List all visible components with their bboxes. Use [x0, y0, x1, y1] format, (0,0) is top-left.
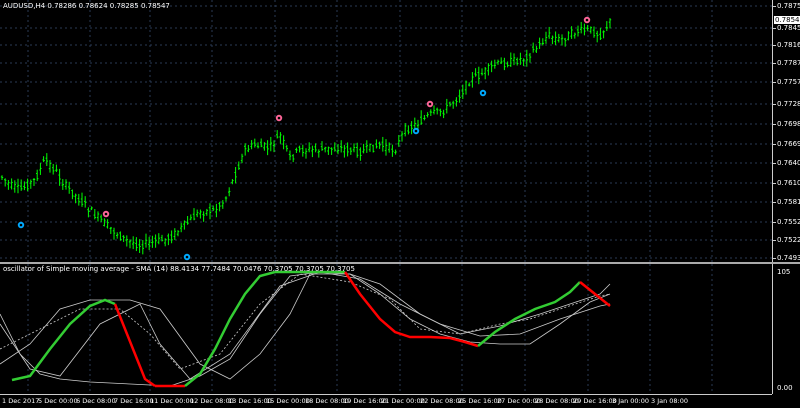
price-tick	[773, 163, 776, 164]
price-label: 0.76695	[777, 140, 800, 148]
chart-title: AUDUSD,H4 0.78286 0.78624 0.78285 0.7854…	[3, 2, 170, 10]
signal-down-marker-center	[277, 116, 281, 120]
price-tick	[773, 258, 776, 259]
price-label: 0.77575	[777, 78, 800, 86]
oscillator-canvas[interactable]	[0, 264, 772, 394]
signal-down-marker-center	[585, 18, 589, 22]
price-tick	[773, 183, 776, 184]
indicator-axis[interactable]: 105 0.00	[772, 264, 800, 394]
current-price-badge: 0.78547	[774, 16, 800, 24]
price-chart-canvas[interactable]	[0, 0, 772, 262]
price-label: 0.75520	[777, 218, 800, 226]
date-label: 6 Dec 08:00	[76, 397, 116, 405]
signal-dashed-line	[0, 273, 611, 370]
signal-up-marker-center	[19, 223, 23, 227]
date-label: 15 Dec 00:00	[266, 397, 310, 405]
date-label: 21 Dec 00:00	[381, 397, 425, 405]
oscillator-line	[477, 281, 581, 347]
price-tick	[773, 222, 776, 223]
oscillator-line	[113, 303, 156, 388]
indicator-title: oscillator of Simple moving average - SM…	[3, 265, 355, 273]
price-label: 0.75810	[777, 198, 800, 206]
guide-line	[0, 271, 611, 380]
date-label: 5 Dec 00:00	[38, 397, 78, 405]
indicator-level-label: 0.00	[777, 384, 793, 392]
date-label: 29 Dec 16:00	[573, 397, 617, 405]
price-label: 0.78750	[777, 2, 800, 10]
date-label: 7 Dec 16:00	[114, 397, 154, 405]
price-tick	[773, 45, 776, 46]
price-tick	[773, 144, 776, 145]
signal-up-marker-center	[414, 129, 418, 133]
signal-up-marker-center	[185, 255, 189, 259]
signal-down-marker-center	[104, 212, 108, 216]
date-label: 11 Dec 00:00	[150, 397, 194, 405]
price-axis[interactable]: 0.78750 0.78455 0.78165 0.77870 0.77575 0.772…	[772, 0, 800, 262]
date-label: 25 Dec 16:00	[458, 397, 502, 405]
date-label: 3 Jan 00:00	[612, 397, 650, 405]
oscillator-line	[11, 298, 116, 382]
date-label: 1 Dec 2017	[2, 397, 40, 405]
oscillator-line	[579, 281, 611, 307]
price-tick	[773, 124, 776, 125]
signal-down-marker-center	[428, 102, 432, 106]
price-label: 0.78455	[777, 24, 800, 32]
time-axis[interactable]: 1 Dec 2017 5 Dec 00:00 6 Dec 08:00 7 Dec 16…	[0, 394, 772, 408]
price-label: 0.75225	[777, 236, 800, 244]
guide-line	[0, 273, 611, 380]
price-label: 0.74930	[777, 254, 800, 262]
price-label: 0.77870	[777, 59, 800, 67]
oscillator-line	[184, 270, 276, 387]
price-label: 0.76105	[777, 179, 800, 187]
price-tick	[773, 104, 776, 105]
price-label: 0.77280	[777, 100, 800, 108]
price-tick	[773, 202, 776, 203]
price-label: 0.76985	[777, 120, 800, 128]
price-tick	[773, 240, 776, 241]
price-tick	[773, 6, 776, 7]
indicator-pane[interactable]: oscillator of Simple moving average - SM…	[0, 264, 772, 394]
price-label: 0.78165	[777, 41, 800, 49]
oscillator-line	[343, 271, 479, 348]
price-chart-pane[interactable]: AUDUSD,H4 0.78286 0.78624 0.78285 0.7854…	[0, 0, 772, 262]
guide-line	[0, 271, 611, 387]
price-tick	[773, 63, 776, 64]
indicator-level-label: 105	[777, 268, 791, 276]
date-label: 3 Jan 08:00	[651, 397, 689, 405]
price-tick	[773, 82, 776, 83]
price-label: 0.76400	[777, 159, 800, 167]
signal-up-marker-center	[481, 91, 485, 95]
price-tick	[773, 28, 776, 29]
